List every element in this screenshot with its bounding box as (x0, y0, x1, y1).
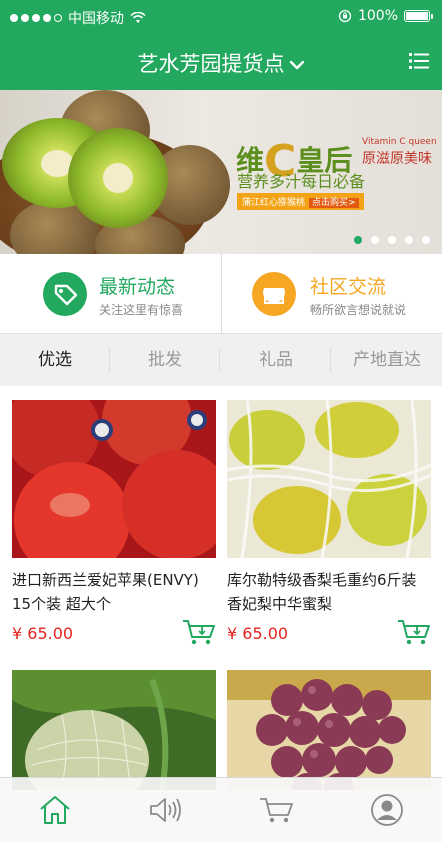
product-name: 进口新西兰爱妃苹果(ENVY) 15个装 超大个 (12, 571, 199, 613)
product-name: 库尔勒特级香梨毛重约6斤装 香妃梨中华蜜梨 (227, 571, 417, 613)
home-icon (40, 796, 70, 824)
promo-banner[interactable]: 维C皇后 Vitamin C queen 原滋原美味 营养多汁每日必备 蒲江红心… (0, 90, 442, 254)
product-image-pears (227, 400, 431, 558)
wifi-icon (130, 12, 146, 23)
tab-wholesale[interactable]: 批发 (110, 334, 220, 386)
pager-dot[interactable] (371, 236, 379, 244)
cart-icon (260, 798, 293, 823)
news-subtitle: 关注这里有惊喜 (99, 303, 184, 317)
tab-featured[interactable]: 优选 (0, 334, 110, 386)
add-to-cart-icon[interactable] (182, 617, 216, 647)
product-card[interactable]: 进口新西兰爱妃苹果(ENVY) 15个装 超大个 ¥ 65.00 (12, 400, 216, 645)
pager-dot[interactable] (354, 236, 362, 244)
banner-pager[interactable] (354, 236, 430, 244)
rotation-lock-icon (338, 9, 352, 23)
product-image-apples (12, 400, 216, 558)
banner-subtitle: 营养多汁每日必备 (237, 172, 366, 191)
news-title: 最新动态 (99, 276, 176, 298)
banner-headline2: 原滋原美味 (362, 151, 432, 167)
shop-icon (263, 288, 285, 304)
status-bar: 中国移动 100% (0, 0, 442, 34)
tab-broadcast[interactable] (110, 778, 220, 842)
store-selector[interactable]: 艺水芳园提货点 (0, 48, 442, 78)
community-subtitle: 畅所欲言想说就说 (310, 303, 407, 317)
tab-cart[interactable] (221, 778, 331, 842)
quick-entries: 最新动态 关注这里有惊喜 社区交流 畅所欲言想说就说 (0, 254, 442, 334)
news-entry[interactable]: 最新动态 关注这里有惊喜 (0, 254, 221, 333)
product-image-melon (12, 670, 216, 790)
top-header: 艺水芳园提货点 (0, 34, 442, 90)
kiwi-half-image (68, 128, 168, 228)
tag-icon-circle (43, 272, 87, 316)
pager-dot[interactable] (405, 236, 413, 244)
user-icon (371, 794, 403, 826)
category-tabs: 优选 批发 礼品 产地直达 (0, 334, 442, 387)
chevron-down-icon (289, 60, 304, 70)
tab-profile[interactable] (332, 778, 442, 842)
product-card[interactable]: 库尔勒特级香梨毛重约6斤装 香妃梨中华蜜梨 ¥ 65.00 (227, 400, 431, 645)
banner-tag[interactable]: 蒲江红心猕猴桃 点击购买> (237, 193, 364, 210)
carrier-label: 中国移动 (68, 11, 124, 27)
tag-icon (54, 284, 78, 306)
tab-home[interactable] (0, 778, 110, 842)
bottom-tab-bar (0, 777, 442, 842)
community-title: 社区交流 (310, 276, 387, 298)
banner-english: Vitamin C queen (362, 137, 437, 147)
pager-dot[interactable] (388, 236, 396, 244)
tab-gifts[interactable]: 礼品 (221, 334, 331, 386)
product-card[interactable] (12, 670, 216, 790)
add-to-cart-icon[interactable] (397, 617, 431, 647)
tab-direct-origin[interactable]: 产地直达 (332, 334, 442, 386)
pager-dot[interactable] (422, 236, 430, 244)
product-card[interactable] (227, 670, 431, 790)
product-grid: 进口新西兰爱妃苹果(ENVY) 15个装 超大个 ¥ 65.00 库尔勒特级香梨… (0, 386, 442, 841)
shop-icon-circle (252, 272, 296, 316)
speaker-icon (150, 798, 181, 822)
battery-label: 100% (357, 8, 398, 24)
product-image-grapes (227, 670, 431, 790)
buy-link[interactable]: 点击购买> (309, 198, 359, 208)
list-menu-icon[interactable] (408, 50, 430, 72)
signal-icon (10, 14, 62, 22)
battery-icon (404, 10, 433, 22)
page-title: 艺水芳园提货点 (137, 52, 285, 76)
community-entry[interactable]: 社区交流 畅所欲言想说就说 (221, 254, 442, 333)
